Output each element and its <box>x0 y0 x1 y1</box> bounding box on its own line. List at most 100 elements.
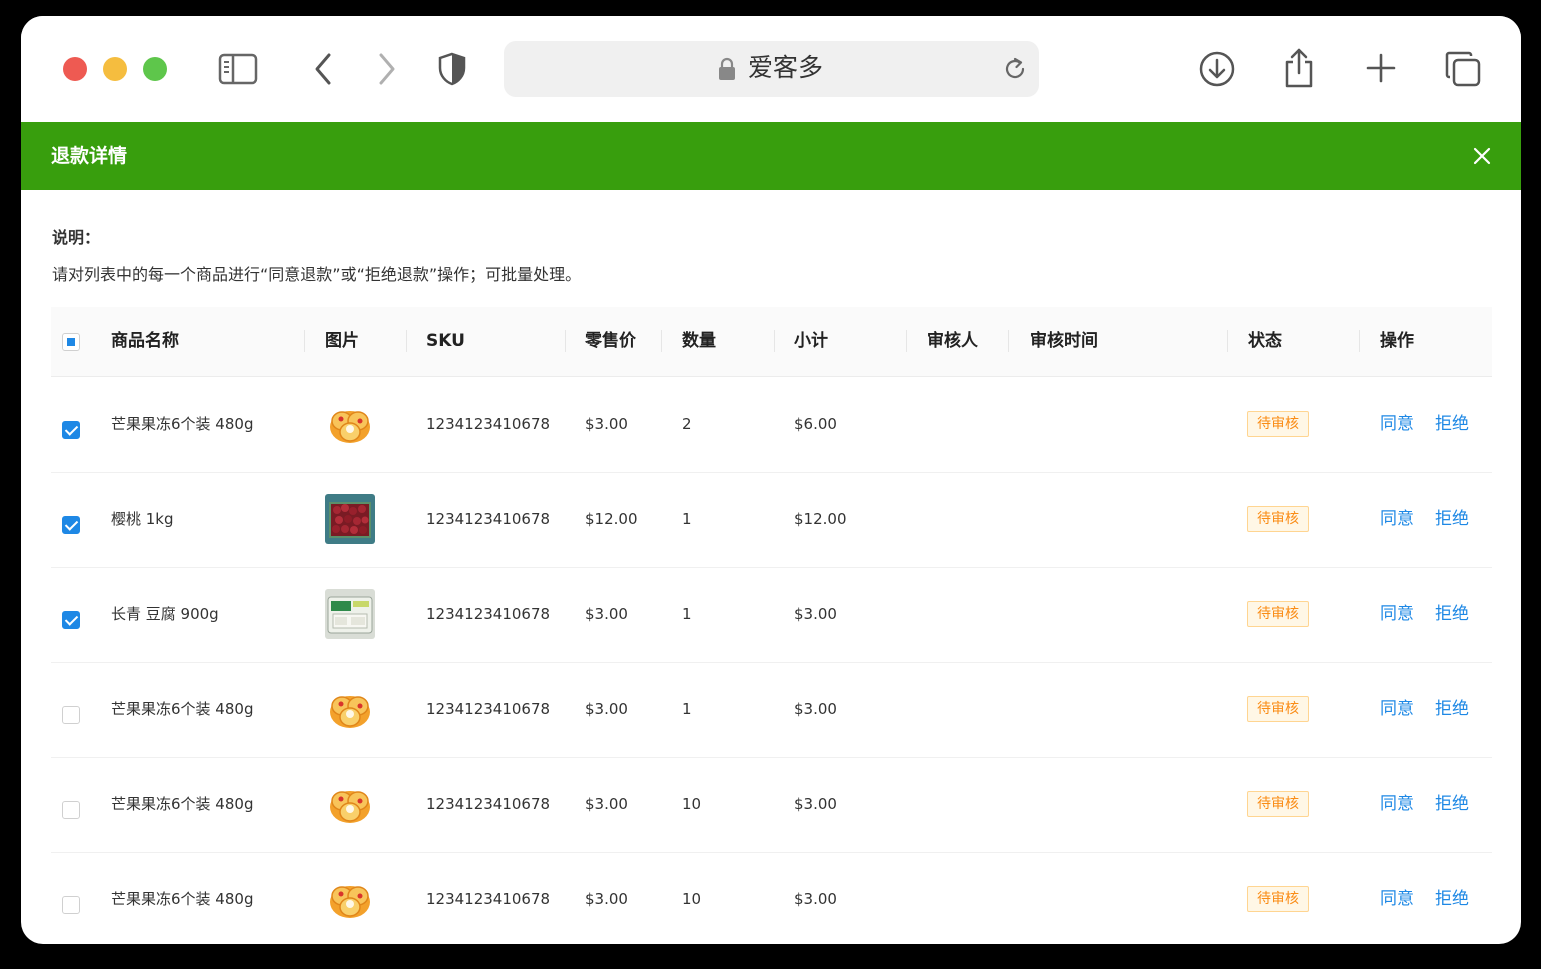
column-divider <box>1008 330 1009 352</box>
subtotal-value: $3.00 <box>794 890 837 908</box>
sku-value: 1234123410678 <box>426 605 551 623</box>
mango-jelly-image <box>325 779 375 829</box>
column-divider <box>1359 330 1360 352</box>
sku-value: 1234123410678 <box>426 510 551 528</box>
lock-icon <box>718 57 736 85</box>
column-divider <box>1227 330 1228 352</box>
shield-icon[interactable] <box>435 50 469 88</box>
table-row: 芒果果冻6个装 480g 1234123410678 $3.00 10 $3.00 待审… <box>51 852 1492 944</box>
row-checkbox[interactable] <box>62 896 80 914</box>
mango-jelly-image <box>325 399 375 449</box>
mango-jelly-image <box>325 684 375 734</box>
status-badge: 待审核 <box>1247 696 1309 722</box>
reject-button[interactable]: 拒绝 <box>1435 377 1469 472</box>
reload-icon[interactable] <box>1002 56 1028 86</box>
sku-value: 1234123410678 <box>426 795 551 813</box>
reject-button[interactable]: 拒绝 <box>1435 472 1469 567</box>
sidebar-icon[interactable] <box>217 50 259 88</box>
column-divider <box>661 330 662 352</box>
subtotal-value: $3.00 <box>794 700 837 718</box>
reject-button[interactable]: 拒绝 <box>1435 757 1469 852</box>
quantity-value: 1 <box>682 700 692 718</box>
browser-toolbar: 爱客多 <box>21 16 1521 122</box>
column-header-name: 商品名称 <box>111 331 179 351</box>
share-icon[interactable] <box>1281 46 1317 90</box>
agree-button[interactable]: 同意 <box>1380 757 1414 852</box>
column-header-price: 零售价 <box>585 331 636 351</box>
price-value: $3.00 <box>585 795 628 813</box>
chevron-left-icon[interactable] <box>309 50 337 88</box>
sku-value: 1234123410678 <box>426 415 551 433</box>
product-name: 芒果果冻6个装 480g <box>111 795 254 813</box>
column-header-action: 操作 <box>1380 331 1414 351</box>
plus-icon[interactable] <box>1363 50 1399 86</box>
tabs-overview-icon[interactable] <box>1443 49 1483 89</box>
column-header-review-time: 审核时间 <box>1030 331 1098 351</box>
chevron-right-icon[interactable] <box>373 50 401 88</box>
close-window-button[interactable] <box>63 57 87 81</box>
reject-button[interactable]: 拒绝 <box>1435 662 1469 757</box>
row-checkbox[interactable] <box>62 801 80 819</box>
subtotal-value: $3.00 <box>794 795 837 813</box>
sku-value: 1234123410678 <box>426 890 551 908</box>
mango-jelly-image <box>325 874 375 924</box>
quantity-value: 1 <box>682 510 692 528</box>
table-row: 芒果果冻6个装 480g 1234123410678 $3.00 10 $3.00 待审… <box>51 757 1492 853</box>
agree-button[interactable]: 同意 <box>1380 472 1414 567</box>
column-divider <box>304 330 305 352</box>
price-value: $3.00 <box>585 415 628 433</box>
close-icon[interactable] <box>1472 146 1492 166</box>
table-row: 长青 豆腐 900g 1234123410678 $3.00 1 $3.00 待审核 同意… <box>51 567 1492 663</box>
agree-button[interactable]: 同意 <box>1380 377 1414 472</box>
agree-button[interactable]: 同意 <box>1380 567 1414 662</box>
table-row: 芒果果冻6个装 480g 1234123410678 $3.00 2 $6.00 待审核… <box>51 377 1492 473</box>
minimize-window-button[interactable] <box>103 57 127 81</box>
row-checkbox[interactable] <box>62 516 80 534</box>
address-bar[interactable]: 爱客多 <box>504 41 1039 97</box>
browser-window: 爱客多 退款详情 说明： 请对列表中的每一个商品进行“同意退款”或“拒绝退款”操… <box>21 16 1521 944</box>
note-label: 说明： <box>52 228 101 247</box>
reject-button[interactable]: 拒绝 <box>1435 567 1469 662</box>
status-badge: 待审核 <box>1247 791 1309 817</box>
row-checkbox[interactable] <box>62 421 80 439</box>
tofu-image <box>325 589 375 639</box>
price-value: $12.00 <box>585 510 638 528</box>
row-checkbox[interactable] <box>62 706 80 724</box>
note-text: 请对列表中的每一个商品进行“同意退款”或“拒绝退款”操作；可批量处理。 <box>52 265 582 284</box>
address-text: 爱客多 <box>748 53 824 82</box>
price-value: $3.00 <box>585 700 628 718</box>
row-checkbox[interactable] <box>62 611 80 629</box>
quantity-value: 10 <box>682 795 702 813</box>
quantity-value: 2 <box>682 415 692 433</box>
price-value: $3.00 <box>585 605 628 623</box>
status-badge: 待审核 <box>1247 601 1309 627</box>
column-divider <box>774 330 775 352</box>
dialog-header: 退款详情 <box>21 122 1521 190</box>
dialog-title: 退款详情 <box>51 145 128 167</box>
column-header-sku: SKU <box>426 331 465 351</box>
column-header-status: 状态 <box>1248 331 1282 351</box>
column-divider <box>906 330 907 352</box>
subtotal-value: $3.00 <box>794 605 837 623</box>
sku-value: 1234123410678 <box>426 700 551 718</box>
zoom-window-button[interactable] <box>143 57 167 81</box>
product-name: 芒果果冻6个装 480g <box>111 890 254 908</box>
download-icon[interactable] <box>1197 49 1237 89</box>
table-row: 樱桃 1kg 1234123410678 $12.00 1 $12.00 待审核 同意 拒绝 <box>51 472 1492 568</box>
table-row: 芒果果冻6个装 480g 1234123410678 $3.00 1 $3.00 待审核… <box>51 662 1492 758</box>
agree-button[interactable]: 同意 <box>1380 852 1414 944</box>
column-divider <box>406 330 407 352</box>
subtotal-value: $12.00 <box>794 510 847 528</box>
select-all-checkbox[interactable] <box>62 333 80 351</box>
status-badge: 待审核 <box>1247 411 1309 437</box>
reject-button[interactable]: 拒绝 <box>1435 852 1469 944</box>
table-header: 商品名称 图片 SKU 零售价 数量 小计 审核人 审核时间 状态 操作 <box>51 307 1492 377</box>
subtotal-value: $6.00 <box>794 415 837 433</box>
price-value: $3.00 <box>585 890 628 908</box>
column-header-subtotal: 小计 <box>794 331 828 351</box>
agree-button[interactable]: 同意 <box>1380 662 1414 757</box>
quantity-value: 1 <box>682 605 692 623</box>
column-header-reviewer: 审核人 <box>927 331 978 351</box>
column-header-image: 图片 <box>325 331 359 351</box>
product-name: 樱桃 1kg <box>111 510 174 528</box>
